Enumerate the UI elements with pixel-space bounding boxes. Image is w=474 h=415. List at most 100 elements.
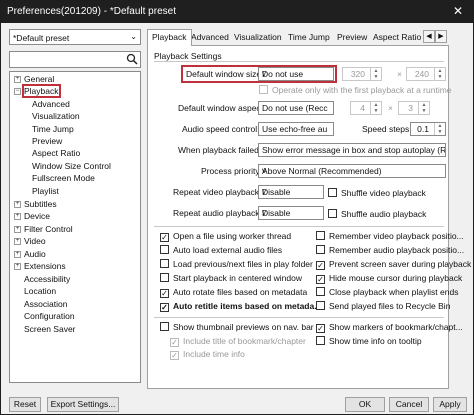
tree-item-location[interactable]: Location [24, 285, 56, 297]
export-settings-button[interactable]: Export Settings... [47, 397, 119, 412]
expand-icon[interactable]: + [14, 251, 21, 259]
option-checkbox[interactable]: Close playback when playlist ends [316, 286, 458, 298]
expand-icon[interactable]: + [14, 201, 21, 209]
default-window-aspect-dropdown[interactable]: Do not use (Recc [258, 101, 334, 115]
check-icon: ✓ [160, 233, 169, 242]
tab-advanced[interactable]: Advanced [187, 30, 233, 45]
tab-visualization[interactable]: Visualization [230, 30, 286, 45]
option-checkbox[interactable]: ✓ Auto rotate files based on metadata [160, 286, 307, 298]
thumbnail-preview-checkbox[interactable]: Show thumbnail previews on nav. bar [160, 321, 314, 333]
checkbox-icon [160, 273, 169, 282]
aspect-width-spin[interactable]: 4 ▲ ▼ [350, 101, 382, 115]
option-checkbox[interactable]: Auto load external audio files [160, 244, 282, 256]
tree-item-screen-saver[interactable]: Screen Saver [24, 323, 76, 335]
tree-item-filter-control[interactable]: + Filter Control [14, 223, 73, 235]
operate-first-checkbox[interactable]: Operate only with the first playback at … [259, 84, 452, 96]
repeat-video-dropdown[interactable]: Disable v [258, 185, 324, 199]
section-divider [154, 226, 444, 227]
tab-time-jump[interactable]: Time Jump [284, 30, 334, 45]
default-window-size-dropdown[interactable]: Do not use v [258, 67, 334, 81]
tree-item-playback[interactable]: − Playback [14, 84, 61, 98]
tab-scroll-arrows: ◀ ▶ [423, 30, 449, 44]
tree-item-visualization[interactable]: Visualization [32, 110, 80, 122]
spin-arrows-icon[interactable]: ▲ ▼ [370, 102, 381, 114]
tree-item-association[interactable]: Association [24, 298, 67, 310]
tree-item-time-jump[interactable]: Time Jump [32, 123, 74, 135]
option-checkbox[interactable]: ✓ Open a file using worker thread [160, 230, 291, 242]
tab-playback[interactable]: Playback [147, 29, 192, 46]
include-title-checkbox[interactable]: ✓ Include title of bookmark/chapter [170, 335, 306, 347]
shuffle-video-checkbox[interactable]: Shuffle video playback [328, 187, 426, 199]
time-tooltip-checkbox[interactable]: Show time info on tooltip [316, 335, 422, 347]
playback-settings-page: Playback Settings Default window size: D… [147, 45, 471, 389]
tree-item-audio[interactable]: + Audio [14, 248, 46, 260]
chevron-down-icon: v [262, 69, 266, 78]
reset-button[interactable]: Reset [9, 397, 41, 412]
spin-arrows-icon[interactable]: ▲ ▼ [434, 123, 445, 135]
preferences-window: Preferences(201209) - *Default preset ✕ … [0, 0, 474, 415]
tree-item-preview[interactable]: Preview [32, 135, 62, 147]
window-height-spin[interactable]: 240 ▲ ▼ [406, 67, 446, 81]
collapse-icon[interactable]: − [14, 88, 21, 96]
tree-item-fullscreen-mode[interactable]: Fullscreen Mode [32, 172, 95, 184]
repeat-audio-dropdown[interactable]: Disable v [258, 206, 324, 220]
tree-item-device[interactable]: + Device [14, 210, 50, 222]
chevron-left-icon[interactable]: ◀ [423, 30, 435, 43]
settings-tree[interactable]: + General − Playback Advanced Visualizatio… [9, 71, 141, 383]
group-title: Playback Settings [154, 51, 222, 61]
tree-item-extensions[interactable]: + Extensions [14, 260, 66, 272]
checkbox-icon [328, 188, 337, 197]
option-checkbox[interactable]: Send played files to Recycle Bin [316, 300, 450, 312]
playback-failed-dropdown[interactable]: Show error message in box and stop autop… [258, 143, 446, 157]
apply-button[interactable]: Apply [433, 397, 467, 412]
tree-item-window-size-control[interactable]: Window Size Control [32, 160, 111, 172]
expand-icon[interactable]: + [14, 226, 21, 234]
cancel-button[interactable]: Cancel [389, 397, 429, 412]
ok-button[interactable]: OK [345, 397, 385, 412]
close-button[interactable]: ✕ [453, 4, 463, 18]
tree-item-configuration[interactable]: Configuration [24, 310, 75, 322]
shuffle-audio-checkbox[interactable]: Shuffle audio playback [328, 208, 426, 220]
option-checkbox[interactable]: ✓ Auto retitle items based on metada... [160, 300, 321, 312]
option-checkbox[interactable]: Start playback in centered window [160, 272, 302, 284]
option-checkbox[interactable]: ✓ Hide mouse cursor during playback [316, 272, 462, 284]
tree-item-advanced[interactable]: Advanced [32, 98, 70, 110]
tab-aspect-ratio[interactable]: Aspect Ratio [369, 30, 425, 45]
playback-failed-label: When playback failed: [178, 145, 262, 155]
right-pane: Playback Advanced Visualization Time Jum… [147, 29, 471, 391]
spin-arrows-icon[interactable]: ▲ ▼ [370, 68, 381, 80]
tree-item-playback-label: Playback [22, 84, 61, 98]
expand-icon[interactable]: + [14, 263, 21, 271]
tree-item-video[interactable]: + Video [14, 235, 46, 247]
spin-arrows-icon[interactable]: ▲ ▼ [434, 68, 445, 80]
checkbox-icon [316, 336, 325, 345]
speed-steps-spin[interactable]: 0.1 ▲ ▼ [410, 122, 446, 136]
show-markers-checkbox[interactable]: ✓ Show markers of bookmark/chapt... [316, 321, 463, 333]
preset-dropdown[interactable]: *Default preset ⌄ [9, 29, 141, 45]
option-checkbox[interactable]: Remember video playback positio... [316, 230, 464, 242]
tree-item-aspect-ratio[interactable]: Aspect Ratio [32, 147, 80, 159]
aspect-height-spin[interactable]: 3 ▲ ▼ [398, 101, 430, 115]
tree-item-general[interactable]: + General [14, 73, 54, 85]
expand-icon[interactable]: + [14, 76, 21, 84]
default-window-aspect-label: Default window aspect [178, 103, 264, 113]
tree-item-playlist[interactable]: Playlist [32, 185, 59, 197]
window-title: Preferences(201209) - *Default preset [7, 6, 176, 17]
spin-arrows-icon[interactable]: ▲ ▼ [418, 102, 429, 114]
option-checkbox[interactable]: Load previous/next files in play folder [160, 258, 313, 270]
chevron-right-icon[interactable]: ▶ [435, 30, 447, 43]
expand-icon[interactable]: + [14, 213, 21, 221]
tree-item-accessibility[interactable]: Accessibility [24, 273, 70, 285]
tab-preview[interactable]: Preview [333, 30, 371, 45]
audio-speed-dropdown[interactable]: Use echo-free au [258, 122, 334, 136]
option-checkbox[interactable]: Remember audio playback positio... [316, 244, 464, 256]
option-checkbox[interactable]: ✓ Prevent screen saver during playback [316, 258, 471, 270]
include-time-checkbox[interactable]: ✓ Include time info [170, 348, 245, 360]
window-width-spin[interactable]: 320 ▲ ▼ [342, 67, 382, 81]
process-priority-dropdown[interactable]: Above Normal (Recommended) v [258, 164, 446, 178]
group-divider [154, 61, 444, 62]
search-input[interactable] [9, 51, 141, 68]
tree-item-subtitles[interactable]: + Subtitles [14, 198, 57, 210]
expand-icon[interactable]: + [14, 238, 21, 246]
search-icon[interactable] [126, 53, 138, 65]
